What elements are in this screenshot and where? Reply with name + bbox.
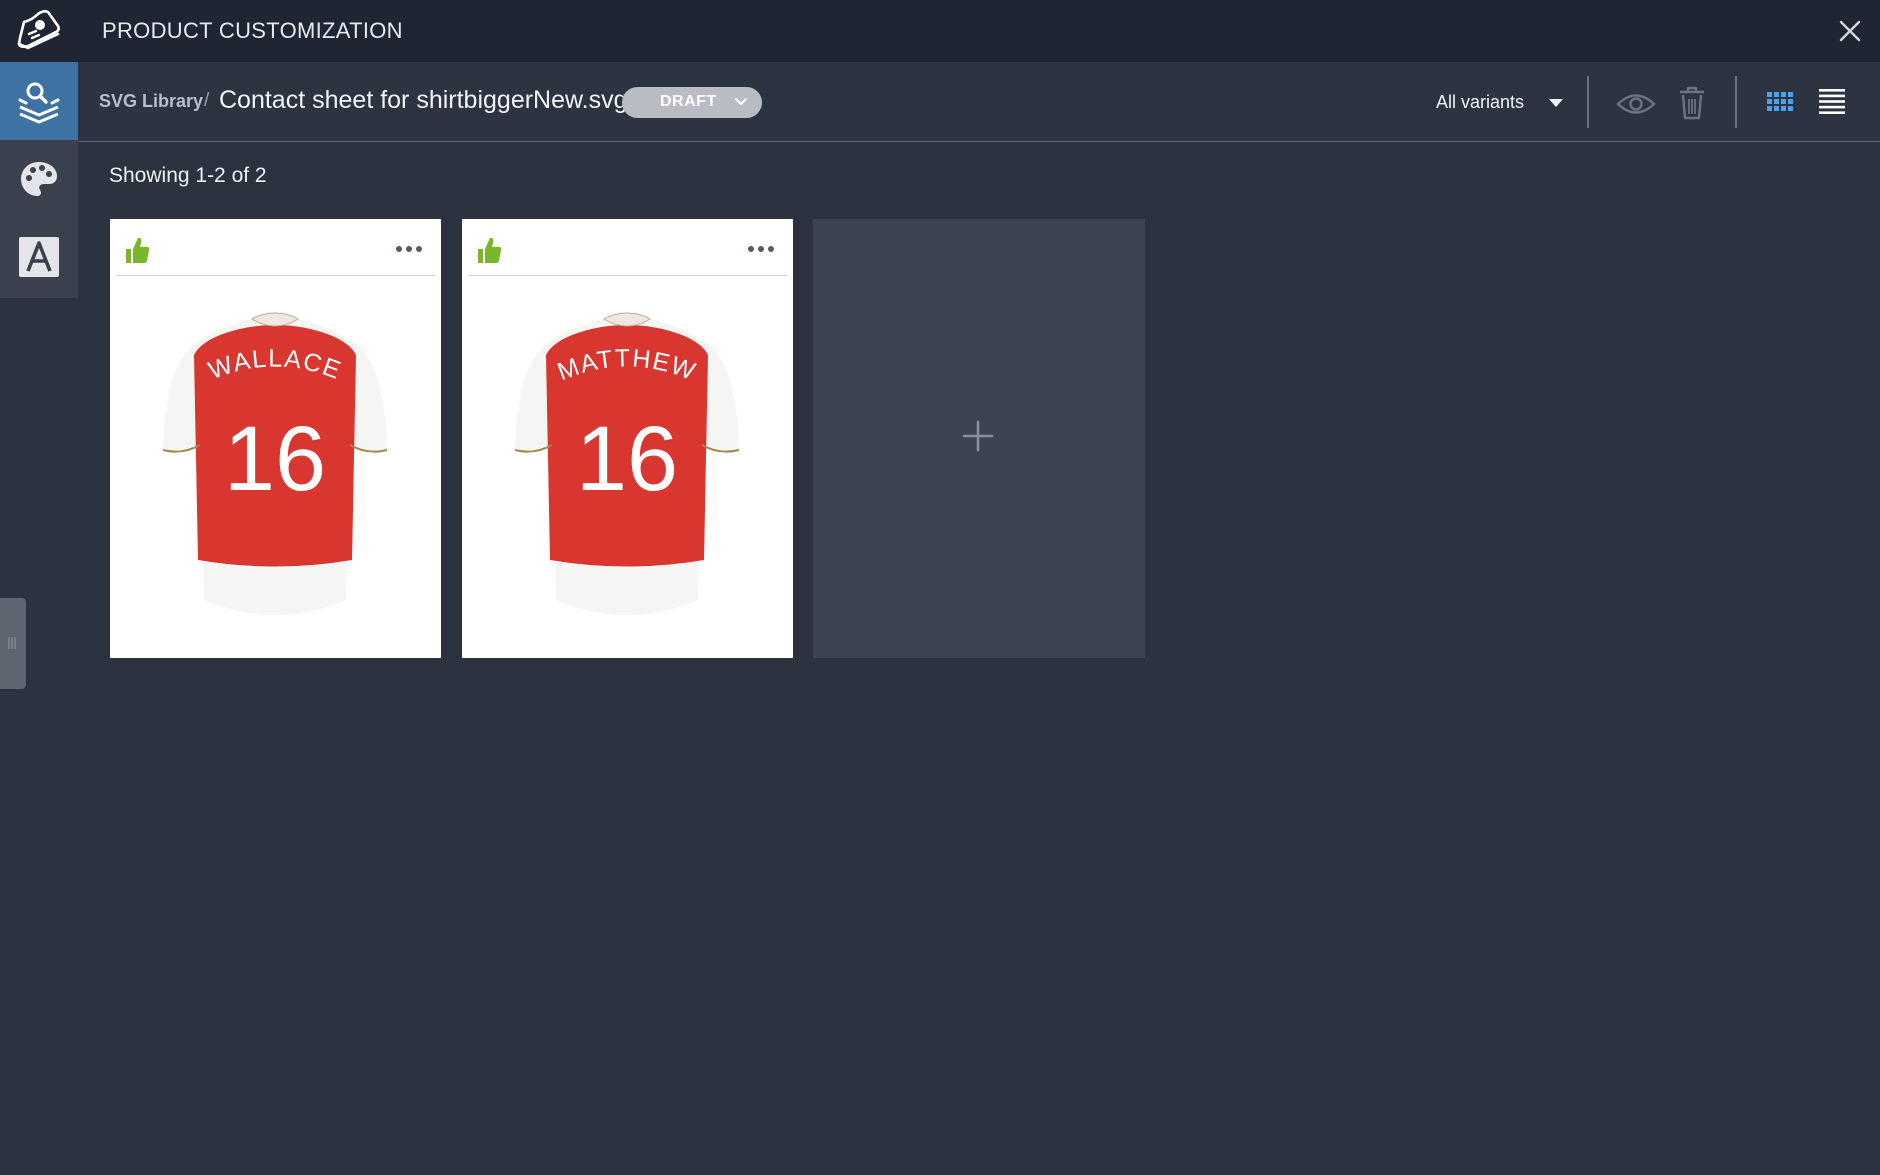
more-options-icon[interactable]: [745, 241, 777, 257]
more-options-icon[interactable]: [393, 241, 425, 257]
toolbar-divider: [1735, 76, 1737, 128]
rail-item-text[interactable]: [0, 218, 78, 296]
variants-dropdown[interactable]: All variants: [1436, 84, 1566, 120]
status-dropdown[interactable]: DRAFT: [622, 87, 762, 118]
thumbs-up-icon[interactable]: [476, 236, 502, 264]
toolbar-divider: [1587, 76, 1589, 128]
design-card[interactable]: MATTHEW 16: [462, 219, 793, 658]
breadcrumb-separator: /: [204, 90, 210, 111]
card-divider: [467, 275, 788, 276]
app-title: PRODUCT CUSTOMIZATION: [102, 18, 403, 43]
jersey-image: MATTHEW 16: [514, 312, 740, 615]
breadcrumb-svg-library[interactable]: SVG Library: [99, 91, 203, 112]
rail-item-palette[interactable]: [0, 140, 78, 218]
results-summary: Showing 1-2 of 2: [109, 164, 267, 187]
chevron-down-icon: [735, 98, 747, 105]
variants-selected: All variants: [1436, 92, 1525, 112]
grid-view-icon[interactable]: [1767, 92, 1793, 112]
content-header: SVG Library / Contact sheet for shirtbig…: [78, 62, 1880, 142]
panel-resize-handle[interactable]: [0, 598, 26, 689]
jersey-number: 16: [576, 408, 678, 510]
close-icon[interactable]: [1836, 17, 1864, 45]
plus-icon: [962, 420, 994, 452]
trash-icon[interactable]: [1678, 86, 1706, 120]
jersey-number: 16: [224, 408, 326, 510]
tool-rail: [0, 62, 78, 298]
thumbs-up-icon[interactable]: [124, 236, 150, 264]
preview-eye-icon[interactable]: [1616, 91, 1656, 117]
palette-icon: [21, 162, 57, 196]
list-view-icon[interactable]: [1819, 89, 1845, 115]
design-card[interactable]: WALLACE 16: [110, 219, 441, 658]
grip-icon: [8, 637, 16, 649]
search-layers-icon: [18, 82, 60, 124]
top-bar: PRODUCT CUSTOMIZATION: [0, 0, 1880, 62]
card-divider: [115, 275, 436, 276]
page-title: Contact sheet for shirtbiggerNew.svg: [219, 86, 628, 114]
add-design-button[interactable]: [813, 219, 1145, 658]
caret-down-icon: [1549, 99, 1563, 107]
status-badge: DRAFT: [660, 93, 717, 110]
sneaker-logo-icon: [14, 8, 62, 54]
text-font-icon: [19, 237, 59, 277]
rail-item-search-layers[interactable]: [0, 62, 78, 140]
jersey-image: WALLACE 16: [162, 312, 388, 615]
